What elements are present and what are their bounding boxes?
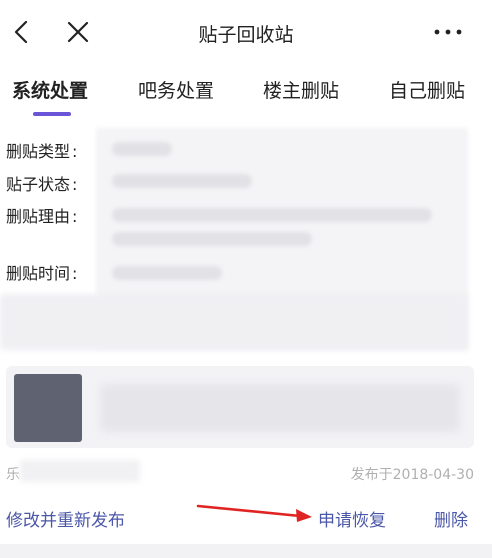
tab-admin-handled[interactable]: 吧务处置 (138, 76, 214, 103)
action-row: 修改并重新发布 申请恢复 删除 (0, 498, 492, 538)
blurred-author (20, 460, 140, 482)
more-horizontal-icon[interactable] (432, 22, 468, 42)
delete-reason-label: 删贴理由: (6, 207, 78, 226)
delete-link[interactable]: 删除 (434, 506, 468, 531)
blurred-content-row (0, 294, 468, 350)
publish-date: 发布于2018-04-30 (350, 467, 474, 483)
post-status-label: 贴子状态: (6, 175, 78, 194)
blurred-attachment-text (100, 384, 460, 432)
thumbnail-image (14, 374, 82, 442)
delete-time-label: 删贴时间: (6, 264, 78, 283)
post-card: 删贴类型: 贴子状态: 删贴理由: 删贴时间: 乐 发布于2018-04-30 (0, 128, 492, 492)
active-tab-indicator (33, 112, 71, 116)
tab-owner-deleted[interactable]: 楼主删贴 (263, 76, 339, 103)
tab-self-deleted[interactable]: 自己删贴 (389, 76, 465, 103)
tab-bar: 系统处置 吧务处置 楼主删贴 自己删贴 (0, 64, 492, 120)
edit-republish-link[interactable]: 修改并重新发布 (6, 506, 125, 531)
attachment-card[interactable] (6, 366, 474, 448)
annotation-arrow-icon (196, 504, 312, 522)
top-bar: 贴子回收站 (0, 0, 492, 64)
bottom-divider (0, 544, 492, 558)
request-restore-link[interactable]: 申请恢复 (318, 506, 386, 531)
tab-system-handled[interactable]: 系统处置 (12, 76, 88, 103)
author-name: 乐 (6, 467, 20, 483)
delete-type-label: 删贴类型: (6, 142, 78, 161)
page-title: 贴子回收站 (198, 24, 294, 46)
